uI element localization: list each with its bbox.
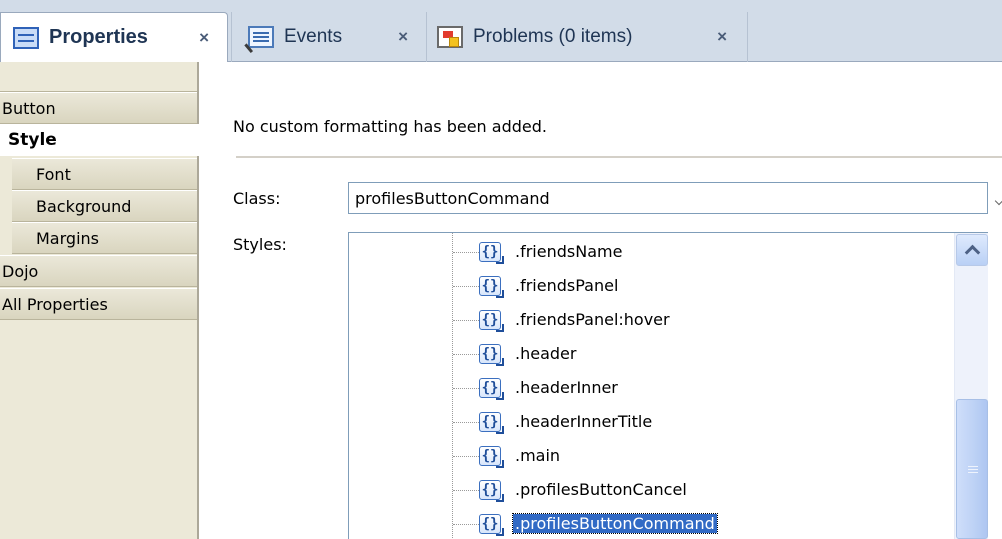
tree-item[interactable]: {} .friendsPanel [349,269,949,303]
tree-item[interactable]: {} .profilesButtonCancel [349,473,949,507]
tree-item-label: .headerInnerTitle [515,412,653,431]
css-rule-icon: {} [479,446,504,468]
sidebar-item-all-properties[interactable]: All Properties [0,288,197,320]
css-rule-icon: {} [479,514,504,536]
no-formatting-message: No custom formatting has been added. [233,117,547,136]
sidebar-item-button[interactable]: Button [0,92,197,124]
tree-item-label: .headerInner [515,378,618,397]
css-rule-icon: {} [479,412,504,434]
css-rule-icon: {} [479,276,504,298]
sidebar-item-margins[interactable]: Margins [12,222,197,254]
styles-label: Styles: [233,235,287,254]
tree-item[interactable]: {} .friendsPanel:hover [349,303,949,337]
class-label: Class: [233,189,281,208]
css-rule-icon: {} [479,344,504,366]
divider [236,156,1002,158]
tree-item-selected[interactable]: {} .profilesButtonCommand [349,507,949,539]
tree-item[interactable]: {} .headerInner [349,371,949,405]
tab-properties[interactable]: Properties × [0,12,228,62]
tree-item-label: .header [515,344,577,363]
tab-events-label: Events [284,26,343,47]
tree-item-label: .friendsName [515,242,623,261]
css-rule-icon: {} [479,242,504,264]
sidebar-item-font[interactable]: Font [12,158,197,190]
scroll-up-button[interactable] [956,234,988,266]
events-icon [248,26,274,48]
problems-icon [437,26,463,48]
styles-scrollbar[interactable] [954,233,988,539]
sidebar-item-background[interactable]: Background [12,190,197,222]
close-icon[interactable]: × [199,28,209,48]
sidebar-header [0,62,197,92]
css-rule-icon: {} [479,310,504,332]
tree-item[interactable]: {} .main [349,439,949,473]
close-icon[interactable]: × [717,27,727,47]
tree-item-label: .main [515,446,561,465]
tree-item-label: .friendsPanel [515,276,619,295]
view-tab-bar: Properties × Events × Problems (0 items)… [0,0,1002,62]
styles-tree[interactable]: {} .friendsName {} .friendsPanel {} .fri… [348,232,988,539]
sidebar-item-style[interactable]: Style [0,124,199,156]
tree-item-label: .profilesButtonCommand [512,513,718,534]
properties-icon [13,26,39,49]
tree-item[interactable]: {} .headerInnerTitle [349,405,949,439]
tab-problems[interactable]: Problems (0 items) × [426,12,748,62]
css-rule-icon: {} [479,480,504,502]
chevron-down-icon[interactable] [994,196,1002,206]
scroll-thumb[interactable] [956,399,988,539]
close-icon[interactable]: × [398,27,408,47]
css-rule-icon: {} [479,378,504,400]
class-input[interactable] [348,182,988,214]
tree-item[interactable]: {} .friendsName [349,235,949,269]
sidebar-item-dojo[interactable]: Dojo [0,255,197,287]
style-properties-panel: No custom formatting has been added. Cla… [200,62,1002,539]
tab-properties-label: Properties [49,26,148,48]
tab-problems-label: Problems (0 items) [473,26,633,47]
tab-events[interactable]: Events × [231,12,426,62]
tree-item-label: .profilesButtonCancel [515,480,687,499]
tree-item-label: .friendsPanel:hover [515,310,670,329]
tree-item[interactable]: {} .header [349,337,949,371]
property-category-sidebar: Button Style Font Background Margins Doj… [0,62,199,539]
